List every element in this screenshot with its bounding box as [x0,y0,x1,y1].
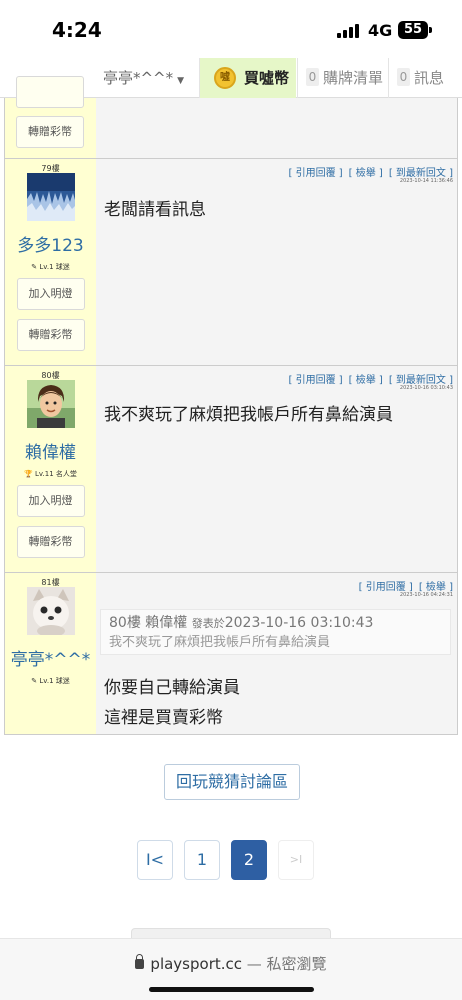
battery-cap [429,27,432,33]
browser-address-bar[interactable]: playsport.cc — 私密瀏覽 [0,938,462,1000]
avatar[interactable] [26,173,75,221]
battery-icon: 55 [398,21,428,39]
gift-coin-button[interactable]: 轉贈彩幣 [16,526,85,558]
username[interactable]: 亭亭*^^* [5,645,96,670]
username[interactable]: 賴偉權 [5,438,96,463]
post-body: 我不爽玩了麻煩把我帳戶所有鼻給演員 [104,405,393,425]
coin-icon: 噓 [214,67,236,89]
post-body-line: 你要自己轉給演員 [104,678,240,698]
floor-number: 80樓 [41,371,60,380]
post-content: [ 引用回覆 ][ 檢舉 ][ 到最新回文 ] 2023-10-16 03:10… [96,366,457,572]
add-light-button[interactable]: 加入明燈 [16,485,85,517]
messages-button[interactable]: 0 訊息 [389,58,462,98]
post-time: 2023-10-14 11:36:46 [399,178,453,184]
user-level: ✎ Lv.1 球迷 [31,263,70,271]
lock-icon [135,954,145,969]
buy-coin-label: 買噓幣 [244,69,290,87]
gift-coin-button[interactable]: 轉贈彩幣 [16,319,85,351]
avatar[interactable] [26,587,75,637]
first-page-button[interactable]: I< [137,840,173,880]
post-sidebar: 79樓 多多123 ✎ Lv.1 球迷 加入明燈 轉贈彩幣 [5,159,96,365]
back-to-forum-button[interactable]: 回玩競猜討論區 [164,764,300,800]
post-content: [ 引用回覆 ][ 檢舉 ] 2023-10-16 04:24:31 80樓 賴… [96,573,457,734]
quote-time: 2023-10-16 03:10:43 [224,615,374,631]
report-link[interactable]: [ 檢舉 ] [349,375,383,386]
signal-icon [337,24,363,38]
floor-number: 81樓 [41,578,60,587]
last-page-button: >I [278,840,314,880]
quote-header: 80樓 賴偉權 發表於2023-10-16 03:10:43 [109,614,442,633]
report-link[interactable]: [ 檢舉 ] [349,168,383,179]
post-actions: [ 引用回覆 ][ 檢舉 ][ 到最新回文 ] [282,164,453,179]
floor-number: 79樓 [41,164,60,173]
avatar[interactable] [26,380,75,428]
quoted-post: 80樓 賴偉權 發表於2023-10-16 03:10:43 我不爽玩了麻煩把我… [100,609,451,655]
post-actions: [ 引用回覆 ][ 檢舉 ] [353,578,453,593]
url-display[interactable]: playsport.cc — 私密瀏覽 [0,953,462,974]
caret-down-icon: ▼ [177,76,185,86]
quote-author: 80樓 賴偉權 [109,615,188,631]
add-light-button[interactable]: 加入明燈 [16,278,85,310]
post-sidebar: 轉贈彩幣 [5,76,96,158]
post-sidebar: 80樓 賴偉權 🏆 Lv.11 名人堂 加入明燈 轉贈彩幣 [5,366,96,572]
quote-reply-link[interactable]: [ 引用回覆 ] [288,168,342,179]
user-level: ✎ Lv.1 球迷 [31,677,70,685]
add-light-button[interactable] [16,76,84,108]
post-sidebar: 81樓 亭亭*^^* ✎ Lv.1 球迷 [5,573,96,734]
page-1-button[interactable]: 1 [184,840,220,880]
messages-count: 0 [397,67,410,86]
thread: 轉贈彩幣 79樓 多多123 ✎ Lv.1 球迷 加入明燈 轉贈彩幣 [ 引用回… [4,76,458,735]
post-body: 老闆請看訊息 [104,200,206,220]
post-partial: 轉贈彩幣 [5,76,457,159]
post-content: [ 引用回覆 ][ 檢舉 ][ 到最新回文 ] 2023-10-14 11:36… [96,159,457,365]
post-content [96,98,457,158]
quote-text: 我不爽玩了麻煩把我帳戶所有鼻給演員 [109,635,331,650]
post: 79樓 多多123 ✎ Lv.1 球迷 加入明燈 轉贈彩幣 [ 引用回覆 ] [ … [5,159,457,366]
post-time: 2023-10-16 03:10:43 [399,385,453,391]
user-menu-label: 亭亭*^^* [102,69,174,87]
username[interactable]: 多多123 [5,231,96,256]
gift-coin-button[interactable]: 轉贈彩幣 [16,116,84,148]
purchase-list-count: 0 [306,67,319,86]
status-time: 4:24 [52,18,102,42]
page-2-button[interactable]: 2 [231,840,267,880]
user-level: 🏆 Lv.11 名人堂 [24,470,77,478]
post-actions: [ 引用回覆 ][ 檢舉 ][ 到最新回文 ] [282,371,453,386]
messages-label: 訊息 [414,69,445,87]
quote-reply-link[interactable]: [ 引用回覆 ] [288,375,342,386]
url-domain: playsport.cc [150,955,243,973]
post: 80樓 賴偉權 🏆 Lv.11 名人堂 加入明燈 轉贈彩幣 [引用回覆] [… [5,366,457,573]
purchase-list-label: 購牌清單 [323,69,384,87]
buy-coin-button[interactable]: 噓 買噓幣 [200,58,296,98]
post: 81樓 亭亭*^^* ✎ Lv.1 球迷 [ 引用回覆 ][ 檢舉 ] 2023… [5,573,457,734]
purchase-list-button[interactable]: 0 購牌清單 [297,58,389,98]
home-indicator[interactable] [149,987,314,992]
private-mode-label: — 私密瀏覽 [242,955,327,973]
post-body-line: 這裡是買賣彩幣 [104,708,223,728]
quote-posted-label: 發表於 [191,617,225,630]
user-menu[interactable]: 亭亭*^^* ▼ [88,58,200,98]
network-type: 4G [368,21,393,40]
post-time: 2023-10-16 04:24:31 [399,592,453,598]
status-bar: 4:24 4G 55 [0,0,462,58]
